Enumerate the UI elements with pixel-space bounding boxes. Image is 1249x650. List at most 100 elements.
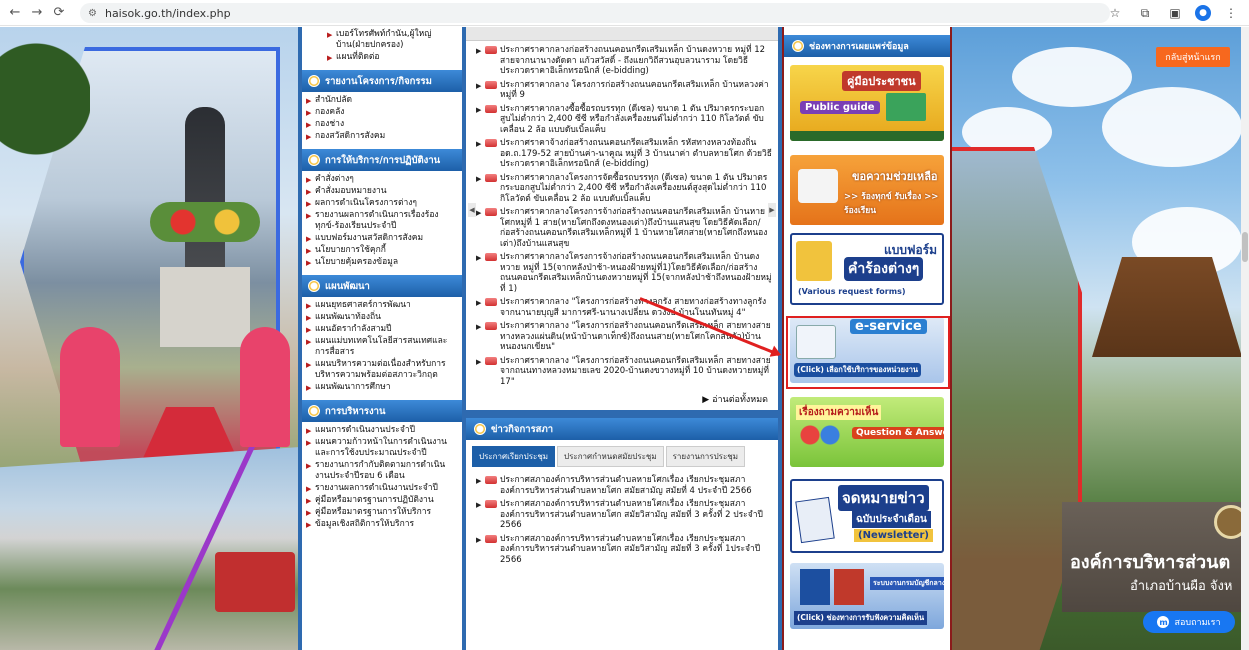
menu-item[interactable]: ▶ นโยบายการใช้คุกกี้ <box>306 245 458 256</box>
notebook-icon <box>795 496 835 544</box>
section-icon <box>308 154 320 166</box>
menu-dots-icon[interactable]: ⋮ <box>1221 3 1241 23</box>
section-icon <box>308 75 320 87</box>
messenger-icon: m <box>1157 616 1170 628</box>
extensions-icon[interactable]: ⧉ <box>1135 3 1155 23</box>
back-home-button[interactable]: กลับสู่หน้าแรก <box>1156 47 1230 67</box>
menu-item[interactable]: ▶ คำสั่งต่างๆ <box>306 174 458 185</box>
news-item[interactable]: ▶ ประกาศราคากลางโครงการจ้างก่อสร้างถนนคอน… <box>476 207 774 249</box>
section-header-services: การให้บริการ/การปฏิบัติงาน <box>302 149 462 171</box>
browser-toolbar: ← → ⟳ ⚙ haisok.go.th/index.php ☆ ⧉ ▣ ● ⋮ <box>0 0 1249 26</box>
qa-banner[interactable]: เรื่องถามความเห็น Question & Answer <box>790 397 944 467</box>
banner-subtitle: (Click) ช่องทางการรับฟังความคิดเห็น <box>794 611 928 625</box>
new-badge-icon <box>485 139 497 147</box>
menu-item[interactable]: ▶ แผนอัตรากำลังสามปี <box>306 324 458 335</box>
new-badge-icon <box>485 322 497 330</box>
news-item[interactable]: ▶ ประกาศราคากลาง "โครงการก่อสร้างถนนคอนกร… <box>476 321 774 353</box>
banner-title: ระบบงานกรมบัญชีกลาง <box>870 577 944 590</box>
news-item[interactable]: ▶ ประกาศราคากลาง "โครงการก่อสร้างถนนคอนกร… <box>476 356 774 388</box>
menu-item[interactable]: ▶ แผนพัฒนาการศึกษา <box>306 382 458 393</box>
new-badge-icon <box>485 500 497 508</box>
news-item[interactable]: ▶ ประกาศราคากลางโครงการจัดซื้อรถบรรทุก (ด… <box>476 173 774 205</box>
banner-subtitle: >> ร้องทุกข์ รับเรื่อง >> ร้องเรียน <box>844 192 939 216</box>
help-request-banner[interactable]: ขอความช่วยเหลือ >> ร้องทุกข์ รับเรื่อง >… <box>790 155 944 225</box>
menu-item[interactable]: ▶ แผนความก้าวหน้าในการดำเนินงานและการใช้ง… <box>306 437 458 459</box>
clipboard-icon <box>796 241 832 281</box>
menu-item[interactable]: ▶ แบบฟอร์มงานสวัสดิการสังคม <box>306 233 458 244</box>
council-news-item[interactable]: ▶ ประกาศสภาองค์การบริหารส่วนตำบลหายโศกเรื… <box>476 499 774 531</box>
tab-meeting-report[interactable]: รายงานการประชุม <box>665 446 745 467</box>
menu-item[interactable]: ▶ กองสวัสดิการสังคม <box>306 131 458 142</box>
megaphone-icon <box>798 169 838 203</box>
news-column: ▶ ประกาศราคากลางก่อสร้างถนนคอนกรีตเสริมเห… <box>466 27 778 650</box>
scroll-right-icon[interactable]: ▶ <box>768 203 776 217</box>
menu-item[interactable]: ▶ รายงานผลการดำเนินงานประจำปี <box>306 483 458 494</box>
menu-item[interactable]: ▶ รายงานผลการดำเนินการเรื่องร้องทุกข์-ร้อ… <box>306 210 458 232</box>
news-tab-strip <box>466 27 778 41</box>
forward-icon[interactable]: → <box>26 2 48 24</box>
news-item[interactable]: ▶ ประกาศราคาจ้างก่อสร้างถนนคอนกรีตเสริมเห… <box>476 138 774 170</box>
banner-caption: (Various request forms) <box>798 287 906 296</box>
address-bar[interactable]: ⚙ haisok.go.th/index.php <box>80 3 1110 23</box>
site-info-icon[interactable]: ⚙ <box>88 8 97 19</box>
profile-avatar-icon[interactable]: ● <box>1195 5 1211 21</box>
newsletter-banner[interactable]: จดหมายข่าว ฉบับประจำเดือน (Newsletter) <box>790 479 944 553</box>
banner-title: คู่มือประชาชน <box>842 71 921 91</box>
annotation-highlight-box <box>786 316 950 389</box>
comptroller-banner[interactable]: ระบบงานกรมบัญชีกลาง (Click) ช่องทางการรั… <box>790 563 944 629</box>
reload-icon[interactable]: ⟳ <box>48 2 70 24</box>
menu-item[interactable]: ▶ คู่มือหรือมาตรฐานการปฏิบัติงาน <box>306 495 458 506</box>
section-icon <box>308 280 320 292</box>
menu-item[interactable]: ▶ แผนแม่บทเทคโนโลยีสารสนเทศและการสื่อสาร <box>306 336 458 358</box>
new-badge-icon <box>485 173 497 182</box>
request-forms-banner[interactable]: แบบฟอร์ม คำร้องต่างๆ (Various request fo… <box>790 233 944 305</box>
scrollbar-thumb[interactable] <box>1242 232 1248 262</box>
tab-meeting-call[interactable]: ประกาศเรียกประชุม <box>472 446 556 467</box>
menu-item[interactable]: ▶ รายงานการกำกับติดตามการดำเนินงานประจำปี… <box>306 460 458 482</box>
sidebar-icon[interactable]: ▣ <box>1165 3 1185 23</box>
menu-item[interactable]: ▶ นโยบายคุ้มครองข้อมูล <box>306 257 458 268</box>
messenger-label: สอบถามเรา <box>1174 618 1221 628</box>
new-badge-icon <box>485 104 497 113</box>
new-badge-icon <box>485 46 497 54</box>
public-guide-banner[interactable]: คู่มือประชาชน Public guide <box>790 65 944 141</box>
menu-item[interactable]: ▶ สำนักปลัด <box>306 95 458 106</box>
menu-item[interactable]: ▶ กองช่าง <box>306 119 458 130</box>
council-tabs: ประกาศเรียกประชุม ประกาศกำหนดสมัยประชุม … <box>466 440 778 471</box>
scroll-left-icon[interactable]: ◀ <box>468 203 476 217</box>
tab-session-schedule[interactable]: ประกาศกำหนดสมัยประชุม <box>557 446 664 467</box>
messenger-chat-button[interactable]: m สอบถามเรา <box>1143 611 1235 633</box>
new-badge-icon <box>485 253 497 261</box>
section-header-projects: รายงานโครงการ/กิจกรรม <box>302 70 462 92</box>
banner-caption: (Newsletter) <box>854 529 933 542</box>
news-item[interactable]: ▶ ประกาศราคากลางซื้อซื้อรถบรรทุก (ดีเซล) … <box>476 104 774 136</box>
council-news-item[interactable]: ▶ ประกาศสภาองค์การบริหารส่วนตำบลหายโศกเรื… <box>476 534 774 566</box>
read-more-link[interactable]: ▶ อ่านต่อทั้งหมด <box>466 390 778 410</box>
news-item[interactable]: ▶ ประกาศราคากลางก่อสร้างถนนคอนกรีตเสริมเห… <box>476 45 774 77</box>
menu-item[interactable]: ▶ คำสั่งมอบหมายงาน <box>306 186 458 197</box>
menu-item[interactable]: ▶ แผนการดำเนินงานประจำปี <box>306 425 458 436</box>
page-scrollbar[interactable] <box>1241 27 1249 650</box>
web-page: องค์การบริหารส่วนต อำเภอบ้านผือ จังห กลั… <box>0 27 1249 650</box>
council-news-list: ▶ ประกาศสภาองค์การบริหารส่วนตำบลหายโศกเรื… <box>466 471 778 565</box>
bookmark-star-icon[interactable]: ☆ <box>1105 3 1125 23</box>
news-item[interactable]: ▶ ประกาศราคากลาง "โครงการก่อสร้างทางลูกรั… <box>476 297 774 318</box>
statue-image <box>185 107 225 277</box>
menu-item[interactable]: ▶ กองคลัง <box>306 107 458 118</box>
banner-subtitle: Public guide <box>800 101 880 114</box>
back-icon[interactable]: ← <box>4 2 26 24</box>
news-item[interactable]: ▶ ประกาศราคากลาง โครงการก่อสร้างถนนคอนกรี… <box>476 80 774 101</box>
menu-item[interactable]: ▶ คู่มือหรือมาตรฐานการให้บริการ <box>306 507 458 518</box>
document-icon <box>800 569 830 605</box>
banner-subtitle: ฉบับประจำเดือน <box>852 511 931 528</box>
menu-item[interactable]: ▶ เบอร์โทรศัพท์กำนัน,ผู้ใหญ่บ้าน(ฝ่ายปกคร… <box>306 29 458 51</box>
menu-item[interactable]: ▶ แผนบริหารความต่อเนื่องสำหรับการบริหารคว… <box>306 359 458 381</box>
banner-subtitle: Question & Answer <box>852 427 944 439</box>
menu-item[interactable]: ▶ แผนยุทธศาสตร์การพัฒนา <box>306 300 458 311</box>
menu-item[interactable]: ▶ ผลการดำเนินโครงการต่างๆ <box>306 198 458 209</box>
menu-item[interactable]: ▶ แผนพัฒนาท้องถิ่น <box>306 312 458 323</box>
news-item[interactable]: ▶ ประกาศราคากลางโครงการจ้างก่อสร้างถนนคอน… <box>476 252 774 294</box>
menu-item[interactable]: ▶ แผนที่ติดต่อ <box>306 52 458 63</box>
council-news-item[interactable]: ▶ ประกาศสภาองค์การบริหารส่วนตำบลหายโศกเรื… <box>476 475 774 496</box>
menu-item[interactable]: ▶ ข้อมูลเชิงสถิติการให้บริการ <box>306 519 458 530</box>
